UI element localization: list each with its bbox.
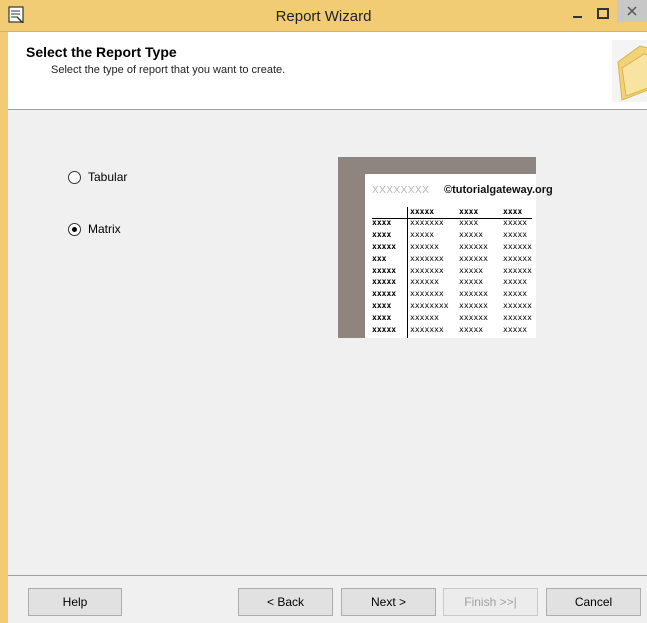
preview-cell: xxxxx: [503, 218, 528, 227]
preview-cell: xxxxxxx: [410, 218, 444, 227]
preview-header-cell: xxxx: [503, 207, 523, 216]
preview-row: xxxxxxxxxxxxxxxxxxxxxxx: [372, 242, 532, 254]
preview-cell: xxxxxx: [503, 241, 532, 251]
preview-cell: xxxxx: [410, 229, 435, 239]
tabular-radio[interactable]: [68, 170, 81, 184]
preview-cell: xxxxxx: [459, 301, 488, 311]
preview-title-placeholder: XXXXXXXX: [372, 185, 430, 196]
preview-cell: xxxxxxx: [410, 325, 444, 335]
next-button[interactable]: Next >: [341, 588, 436, 616]
footer-divider: [8, 575, 647, 576]
matrix-radio[interactable]: [68, 222, 81, 236]
preview-row-header-cell: xxxxx: [372, 325, 397, 335]
preview-cell: xxxxx: [503, 325, 528, 335]
preview-row-header-cell: xxxxx: [372, 241, 397, 251]
preview-cell: xxxxx: [459, 277, 484, 287]
close-icon: [627, 6, 637, 16]
preview-cell: xxxxx: [503, 289, 528, 299]
wizard-header: Select the Report Type Select the type o…: [8, 32, 647, 110]
preview-row: xxxxxxxxxxxxxxxxxxxxxx: [372, 254, 532, 266]
preview-row: xxxxx xxxxxx xxxxx xxxxx: [372, 277, 532, 289]
preview-cell: xxxxxx: [410, 313, 439, 323]
preview-cell: xxxxxx: [503, 253, 532, 263]
preview-cell: xxxxxxx: [410, 253, 444, 263]
preview-row-header-cell: xxxxx: [372, 265, 397, 275]
preview-header-cell: xxxxx: [410, 207, 435, 216]
preview-paper: XXXXXXXX ©tutorialgateway.org xxxxx xxxx…: [365, 174, 553, 338]
preview-cell: xxxxx: [459, 325, 484, 335]
preview-cell: xxxxxx: [459, 253, 488, 263]
preview-cell: xxxxx: [459, 229, 484, 239]
page-title: Select the Report Type: [26, 44, 177, 60]
preview-cell: xxxxx: [503, 277, 528, 287]
preview-header-row: xxxxx xxxx xxxx: [372, 207, 532, 218]
preview-row-header-cell: xxxx: [372, 301, 392, 311]
preview-cell: xxxxxx: [410, 277, 439, 287]
help-button[interactable]: Help: [28, 588, 122, 616]
preview-row-header-cell: xxxxx: [372, 277, 397, 287]
preview-watermark: ©tutorialgateway.org: [444, 184, 553, 196]
report-preview: XXXXXXXX ©tutorialgateway.org xxxxx xxxx…: [338, 157, 553, 338]
title-bar: Report Wizard: [0, 0, 647, 32]
cancel-button[interactable]: Cancel: [546, 588, 641, 616]
preview-cell: xxxxx: [503, 229, 528, 239]
wizard-folder-icon: [612, 40, 647, 102]
maximize-icon[interactable]: [591, 5, 615, 23]
preview-cell: xxxxxx: [459, 241, 488, 251]
report-type-tabular[interactable]: Tabular: [68, 169, 127, 185]
minimize-icon[interactable]: [566, 5, 590, 23]
preview-row: xxxxxxxxxxxxxxxxxxxxxx: [372, 313, 532, 325]
preview-row-header-cell: xxxx: [372, 313, 392, 323]
preview-cell: xxxxx: [459, 265, 484, 275]
preview-cell: xxxxxx: [503, 313, 532, 323]
preview-header-cell: xxxx: [459, 207, 479, 216]
preview-cell: xxxxxxxx: [410, 301, 449, 311]
preview-row-header-cell: xxxxx: [372, 289, 397, 299]
preview-row: xxxxxxxxxxxxxxxxxxxxxxx: [372, 266, 532, 278]
preview-row: xxxxxxxxxxxxxxxxxxxxxxx: [372, 289, 532, 301]
finish-button[interactable]: Finish >>|: [443, 588, 538, 616]
preview-row: xxxxxxxxxxxxxxxxxxxxxx: [372, 325, 532, 337]
preview-cell: xxxx: [459, 218, 479, 227]
tabular-label[interactable]: Tabular: [88, 170, 127, 184]
preview-row: xxxx xxxxxxx xxxx xxxxx: [372, 218, 532, 230]
preview-row: xxxx xxxxx xxxxx xxxxx: [372, 230, 532, 242]
window-title: Report Wizard: [275, 8, 372, 25]
preview-row-header-cell: xxxx: [372, 218, 392, 227]
preview-row-header-cell: xxx: [372, 253, 387, 263]
preview-cell: xxxxxx: [459, 313, 488, 323]
preview-row: xxxx xxxxxxxx xxxxxx xxxxxx: [372, 301, 532, 313]
preview-matrix: xxxxx xxxx xxxx xxxx xxxxxxx xxxx xxxxx xxxx…: [372, 207, 532, 338]
preview-cell: xxxxxx: [459, 289, 488, 299]
preview-cell: xxxxxx: [503, 265, 532, 275]
preview-cell: xxxxxx: [503, 301, 532, 311]
matrix-label[interactable]: Matrix: [88, 222, 121, 236]
preview-row-header-cell: xxxx: [372, 229, 392, 239]
preview-rows: xxxx xxxxxxx xxxx xxxxx xxxx xxxxx xxxxx xxxxx x…: [372, 218, 532, 337]
back-button[interactable]: < Back: [238, 588, 333, 616]
page-subtitle: Select the type of report that you want …: [51, 64, 286, 76]
preview-cell: xxxxxxx: [410, 265, 444, 275]
preview-cell: xxxxxx: [410, 241, 439, 251]
report-type-matrix[interactable]: Matrix: [68, 221, 121, 237]
preview-cell: xxxxxxx: [410, 289, 444, 299]
close-button[interactable]: [617, 0, 647, 22]
window-border: [0, 32, 8, 623]
